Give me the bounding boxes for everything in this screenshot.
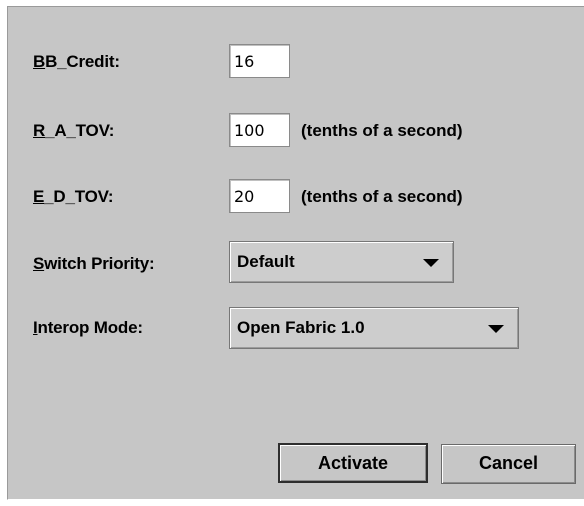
r-a-tov-unit: (tenths of a second) xyxy=(301,121,463,140)
r-a-tov-label-text: _A_TOV: xyxy=(45,121,115,140)
switch-priority-mnemonic: S xyxy=(33,254,45,273)
bb-credit-label: BB_Credit: xyxy=(33,52,120,72)
r-a-tov-input[interactable] xyxy=(229,113,290,147)
fabric-parameters-panel: BB_Credit: R_A_TOV: (tenths of a second)… xyxy=(7,6,584,500)
e-d-tov-mnemonic: E xyxy=(33,187,45,206)
interop-mode-label-text: nterop Mode: xyxy=(37,318,143,337)
activate-button[interactable]: Activate xyxy=(278,443,428,483)
bb-credit-label-text: B_Credit: xyxy=(45,52,120,71)
switch-priority-value: Default xyxy=(237,252,295,271)
cancel-button[interactable]: Cancel xyxy=(441,444,576,484)
bb-credit-mnemonic: B xyxy=(33,52,46,71)
bb-credit-input[interactable] xyxy=(229,44,290,78)
r-a-tov-label: R_A_TOV: xyxy=(33,121,114,141)
switch-priority-label-text: witch Priority: xyxy=(44,254,155,273)
switch-priority-dropdown[interactable]: Default xyxy=(229,241,454,283)
e-d-tov-label: E_D_TOV: xyxy=(33,187,113,207)
chevron-down-icon xyxy=(423,259,439,267)
e-d-tov-label-text: _D_TOV: xyxy=(44,187,114,206)
r-a-tov-mnemonic: R xyxy=(33,121,46,140)
e-d-tov-input[interactable] xyxy=(229,179,290,213)
interop-mode-dropdown[interactable]: Open Fabric 1.0 xyxy=(229,307,519,349)
e-d-tov-unit: (tenths of a second) xyxy=(301,187,463,206)
switch-priority-label: Switch Priority: xyxy=(33,254,155,274)
interop-mode-value: Open Fabric 1.0 xyxy=(237,318,365,337)
interop-mode-label: Interop Mode: xyxy=(33,318,143,338)
chevron-down-icon xyxy=(488,325,504,333)
